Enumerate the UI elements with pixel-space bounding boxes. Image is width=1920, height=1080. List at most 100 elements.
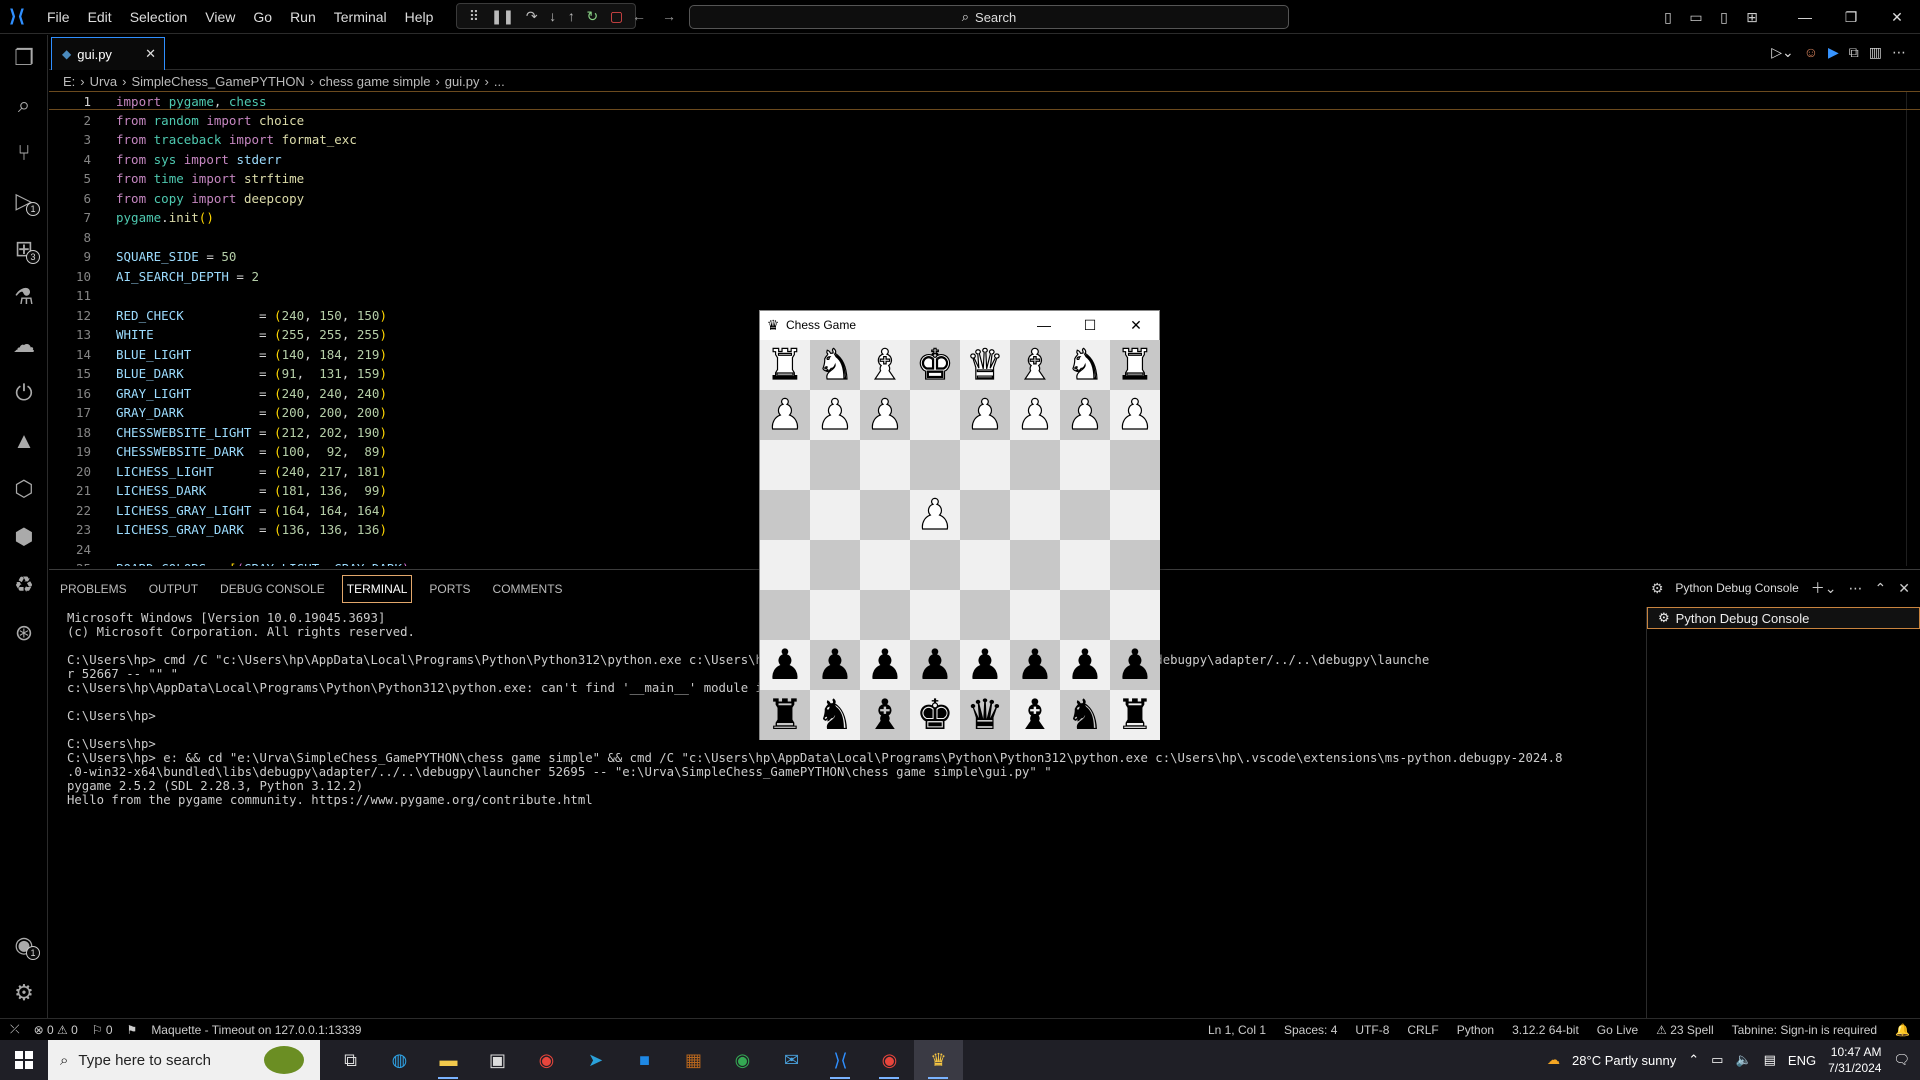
board-square[interactable]: ♟ <box>910 490 960 540</box>
board-square[interactable]: ♜ <box>1110 340 1160 390</box>
file-explorer-icon[interactable]: ▬ <box>424 1040 473 1080</box>
maximize-icon[interactable]: ☐ <box>1067 311 1113 339</box>
board-square[interactable] <box>1010 440 1060 490</box>
open-changes-icon[interactable]: ⧉ <box>1849 44 1859 61</box>
menu-edit[interactable]: Edit <box>79 0 121 34</box>
vscode-taskbar-icon[interactable]: ⟩⟨ <box>816 1040 865 1080</box>
split-editor-icon[interactable]: ▥ <box>1869 44 1882 61</box>
board-square[interactable] <box>810 490 860 540</box>
board-square[interactable] <box>910 390 960 440</box>
tab-ports[interactable]: PORTS <box>418 576 481 602</box>
breadcrumb-item[interactable]: SimpleChess_GamePYTHON <box>131 74 304 89</box>
board-square[interactable] <box>1010 540 1060 590</box>
maquette-icon[interactable]: ☺ <box>1804 44 1818 61</box>
end-of-line[interactable]: CRLF <box>1407 1023 1438 1037</box>
board-square[interactable]: ♟ <box>860 640 910 690</box>
breadcrumb-item[interactable]: E: <box>63 74 75 89</box>
language-indicator[interactable]: ENG <box>1788 1053 1816 1068</box>
power-icon[interactable]: ⏻ <box>0 373 48 413</box>
settings-gear-icon[interactable]: ⚙ <box>0 973 48 1013</box>
board-square[interactable] <box>860 540 910 590</box>
board-square[interactable]: ♟ <box>910 640 960 690</box>
restart-icon[interactable]: ↻ <box>586 8 598 25</box>
breadcrumb-item[interactable]: ... <box>494 74 505 89</box>
code-line[interactable]: 3 from traceback import format_exc <box>49 130 1920 149</box>
code-line[interactable]: 6 from copy import deepcopy <box>49 189 1920 208</box>
mail-icon[interactable]: ✉ <box>767 1040 816 1080</box>
breadcrumb-item[interactable]: Urva <box>90 74 117 89</box>
breadcrumb-item[interactable]: chess game simple <box>319 74 430 89</box>
app-blue-icon[interactable]: ■ <box>620 1040 669 1080</box>
board-square[interactable]: ♛ <box>960 690 1010 740</box>
back-arrow-icon[interactable]: ← <box>632 8 646 24</box>
terminal-list-item[interactable]: ⚙ Python Debug Console <box>1647 607 1920 629</box>
board-square[interactable] <box>810 440 860 490</box>
tab-comments[interactable]: COMMENTS <box>482 576 574 602</box>
drag-handle-icon[interactable]: ⠿ <box>469 8 479 25</box>
board-square[interactable] <box>760 540 810 590</box>
pause-icon[interactable]: ❚❚ <box>491 8 514 25</box>
show-hidden-icons-icon[interactable]: ⌃ <box>1688 1052 1699 1068</box>
board-square[interactable]: ♞ <box>1060 340 1110 390</box>
python-icon[interactable]: ♻ <box>0 565 48 605</box>
board-square[interactable] <box>960 490 1010 540</box>
search-icon[interactable]: ⌕ <box>0 85 48 125</box>
step-over-icon[interactable]: ↷ <box>526 8 538 25</box>
code-line[interactable]: 5 from time import strftime <box>49 169 1920 188</box>
preview-icon[interactable]: ▶ <box>1828 44 1839 61</box>
encoding[interactable]: UTF-8 <box>1355 1023 1389 1037</box>
board-square[interactable]: ♞ <box>1060 690 1110 740</box>
clock[interactable]: 10:47 AM 7/31/2024 <box>1828 1044 1881 1076</box>
board-square[interactable]: ♞ <box>810 340 860 390</box>
board-square[interactable] <box>810 540 860 590</box>
accounts-icon[interactable]: ◉ 1 <box>0 925 48 965</box>
menu-terminal[interactable]: Terminal <box>325 0 396 34</box>
board-square[interactable]: ♟ <box>1060 640 1110 690</box>
close-panel-icon[interactable]: ✕ <box>1898 580 1910 597</box>
board-square[interactable] <box>760 440 810 490</box>
ports-indicator[interactable]: ⚐ 0 <box>92 1023 113 1037</box>
tab-terminal[interactable]: TERMINAL <box>341 574 413 603</box>
board-square[interactable] <box>860 440 910 490</box>
step-into-icon[interactable]: ↓ <box>549 8 556 24</box>
extensions-icon[interactable]: ⊞ 3 <box>0 229 48 269</box>
box-icon[interactable]: ⬡ <box>0 469 48 509</box>
board-square[interactable]: ♝ <box>1010 340 1060 390</box>
step-out-icon[interactable]: ↑ <box>568 8 575 24</box>
run-icon[interactable]: ▷⌄ <box>1771 44 1794 61</box>
code-line[interactable]: 2 from random import choice <box>49 111 1920 130</box>
board-square[interactable]: ♛ <box>960 340 1010 390</box>
go-live-button[interactable]: Go Live <box>1597 1023 1638 1037</box>
menu-run[interactable]: Run <box>281 0 325 34</box>
board-square[interactable]: ♞ <box>810 690 860 740</box>
board-square[interactable]: ♟ <box>1010 390 1060 440</box>
board-square[interactable]: ♜ <box>760 340 810 390</box>
board-square[interactable] <box>960 440 1010 490</box>
board-square[interactable] <box>910 440 960 490</box>
store-icon[interactable]: ▣ <box>473 1040 522 1080</box>
menu-help[interactable]: Help <box>396 0 443 34</box>
close-icon[interactable]: ✕ <box>1113 311 1159 339</box>
board-square[interactable] <box>1110 540 1160 590</box>
task-view-icon[interactable]: ⧉ <box>326 1040 375 1080</box>
board-square[interactable] <box>1060 540 1110 590</box>
chrome-icon[interactable]: ◉ <box>522 1040 571 1080</box>
board-square[interactable]: ♟ <box>960 640 1010 690</box>
board-square[interactable]: ♟ <box>760 640 810 690</box>
debug-icon[interactable]: ⚑ <box>127 1023 138 1037</box>
toggle-sidebar-icon[interactable]: ▯ <box>1654 9 1682 26</box>
board-square[interactable] <box>860 490 910 540</box>
board-square[interactable] <box>760 590 810 640</box>
board-square[interactable]: ♝ <box>860 690 910 740</box>
menu-view[interactable]: View <box>196 0 244 34</box>
notification-center-icon[interactable]: 🗨 <box>1893 1052 1910 1068</box>
board-square[interactable]: ♚ <box>910 340 960 390</box>
maximize-panel-icon[interactable]: ⌃ <box>1875 580 1887 597</box>
remote-explorer-icon[interactable]: ☁ <box>0 325 48 365</box>
explorer-icon[interactable]: ❐ <box>0 38 48 78</box>
windows-start-icon[interactable] <box>0 1040 48 1080</box>
more-actions-icon[interactable]: ⋯ <box>1892 44 1906 61</box>
run-debug-icon[interactable]: ▷ 1 <box>0 181 48 221</box>
edge-icon[interactable]: ◍ <box>375 1040 424 1080</box>
python-interpreter[interactable]: 3.12.2 64-bit <box>1512 1023 1579 1037</box>
